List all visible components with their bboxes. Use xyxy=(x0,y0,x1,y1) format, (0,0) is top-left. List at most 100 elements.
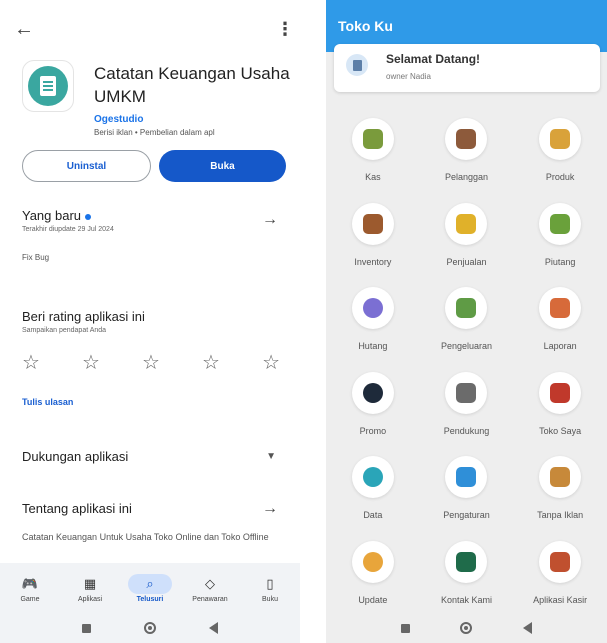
developer-link[interactable]: Ogestudio xyxy=(94,114,143,125)
menu-item-label: Promo xyxy=(359,425,387,436)
customer-icon xyxy=(445,118,488,160)
whats-new-arrow-icon[interactable]: → xyxy=(262,211,278,229)
home-icon[interactable] xyxy=(460,622,473,634)
new-dot-icon xyxy=(85,213,92,220)
menu-item-produk[interactable]: Produk xyxy=(513,118,607,203)
menu-item-label: Pelanggan xyxy=(444,172,489,182)
menu-item-label: Kas xyxy=(365,172,381,182)
last-updated-text: Terakhir diupdate 29 Jul 2024 xyxy=(22,226,114,233)
nav-label: Telusuri xyxy=(136,595,164,603)
welcome-card: Selamat Datang! owner Nadia xyxy=(334,44,600,92)
star-icon[interactable]: ☆ xyxy=(142,350,160,375)
cashier-app-icon xyxy=(539,540,582,583)
menu-item-label: Update xyxy=(358,594,388,605)
product-icon xyxy=(539,118,582,160)
nav-label: Game xyxy=(20,595,40,603)
star-icon[interactable]: ☆ xyxy=(262,350,280,375)
badge-icon xyxy=(539,456,582,498)
menu-item-promo[interactable]: Promo xyxy=(326,371,420,457)
menu-item-label: Piutang xyxy=(544,256,576,267)
menu-item-tanpa-iklan[interactable]: Tanpa Iklan xyxy=(513,456,607,541)
star-icon[interactable]: ☆ xyxy=(22,350,40,375)
rate-subtitle: Sampaikan pendapat Anda xyxy=(22,327,107,334)
back-arrow-icon[interactable]: ← xyxy=(14,18,38,41)
menu-item-pengeluaran[interactable]: Pengeluaran xyxy=(420,287,514,372)
store-icon xyxy=(539,371,582,414)
about-arrow-icon[interactable]: → xyxy=(262,500,278,518)
nav-item-penawaran[interactable]: ◇ Penawaran xyxy=(180,563,240,613)
menu-item-label: Laporan xyxy=(543,341,577,351)
contact-icon xyxy=(445,540,488,583)
menu-item-laporan[interactable]: Laporan xyxy=(513,287,607,372)
home-icon[interactable] xyxy=(143,622,156,634)
app-bar-title: Toko Ku xyxy=(338,18,393,34)
back-icon[interactable] xyxy=(209,622,219,634)
menu-item-label: Kontak Kami xyxy=(440,594,492,605)
uninstall-button[interactable]: Uninstal xyxy=(22,150,151,182)
star-icon[interactable]: ☆ xyxy=(202,350,220,375)
menu-item-label: Tanpa Iklan xyxy=(537,510,584,520)
menu-item-pendukung[interactable]: Pendukung xyxy=(420,371,514,457)
menu-item-kas[interactable]: Kas xyxy=(326,118,420,203)
nav-label: Buku xyxy=(262,595,278,603)
report-chart-icon xyxy=(539,287,582,329)
apps-grid-icon: ▦ xyxy=(83,575,97,591)
more-options-icon[interactable]: ⋮ xyxy=(276,19,294,40)
menu-grid: Kas Pelanggan Produk Inventory Penjualan Piut… xyxy=(326,118,607,625)
cart-icon xyxy=(445,202,488,245)
app-header: Catatan Keuangan Usaha UMKM Ogestudio Be… xyxy=(22,58,290,140)
back-icon[interactable] xyxy=(522,622,532,634)
top-bar: ← ⋮ xyxy=(14,14,294,44)
nav-label: Aplikasi xyxy=(77,595,103,603)
nav-item-telusuri[interactable]: ⌕ Telusuri xyxy=(120,563,180,613)
megaphone-icon xyxy=(351,371,394,414)
menu-item-label: Pengaturan xyxy=(443,510,490,520)
menu-item-data[interactable]: Data xyxy=(326,456,420,541)
whats-new-title: Yang baru xyxy=(22,208,82,223)
write-review-link[interactable]: Tulis ulasan xyxy=(22,397,73,407)
shelf-icon xyxy=(351,202,394,245)
nav-item-game[interactable]: 🎮 Game xyxy=(0,563,60,613)
nav-label: Penawaran xyxy=(192,595,228,603)
menu-item-label: Produk xyxy=(545,172,575,182)
gamepad-icon: 🎮 xyxy=(21,575,39,591)
recents-icon[interactable] xyxy=(401,623,411,633)
menu-item-label: Hutang xyxy=(358,341,388,351)
menu-item-label: Pengeluaran xyxy=(440,341,493,351)
tokoku-panel: Toko Ku Selamat Datang! owner Nadia Kas P… xyxy=(326,0,607,643)
menu-item-label: Aplikasi Kasir xyxy=(533,594,588,605)
app-title: Catatan Keuangan Usaha UMKM xyxy=(94,64,290,106)
open-button[interactable]: Buka xyxy=(159,150,286,182)
nav-item-aplikasi[interactable]: ▦ Aplikasi xyxy=(60,563,120,613)
expense-icon xyxy=(445,287,488,329)
star-icon[interactable]: ☆ xyxy=(82,350,100,375)
money-bag-icon xyxy=(351,118,394,160)
whats-new-section[interactable]: Yang baru xyxy=(22,208,92,223)
book-icon: ▯ xyxy=(266,575,274,591)
welcome-title: Selamat Datang! xyxy=(386,52,481,66)
welcome-avatar-icon xyxy=(346,54,368,76)
about-text: Catatan Keuangan Untuk Usaha Toko Online… xyxy=(22,532,269,542)
menu-item-penjualan[interactable]: Penjualan xyxy=(420,202,514,288)
about-title[interactable]: Tentang aplikasi ini xyxy=(22,501,132,516)
support-title[interactable]: Dukungan aplikasi xyxy=(22,449,128,464)
bottom-navigation: 🎮 Game ▦ Aplikasi ⌕ Telusuri ◇ Penawaran ▯ Buku xyxy=(0,563,300,613)
menu-item-label: Data xyxy=(363,510,383,520)
nav-item-buku[interactable]: ▯ Buku xyxy=(240,563,300,613)
recents-icon[interactable] xyxy=(81,623,91,633)
menu-item-toko-saya[interactable]: Toko Saya xyxy=(513,371,607,457)
receivable-icon xyxy=(539,202,582,245)
menu-item-hutang[interactable]: Hutang xyxy=(326,287,420,372)
printer-icon xyxy=(445,371,488,414)
menu-item-pengaturan[interactable]: Pengaturan xyxy=(420,456,514,541)
settings-gear-icon xyxy=(445,456,488,498)
tag-icon: ◇ xyxy=(205,575,215,591)
menu-item-piutang[interactable]: Piutang xyxy=(513,202,607,288)
menu-item-pelanggan[interactable]: Pelanggan xyxy=(420,118,514,203)
chevron-down-icon[interactable]: ▼ xyxy=(266,451,276,462)
menu-item-inventory[interactable]: Inventory xyxy=(326,202,420,288)
welcome-subtitle: owner Nadia xyxy=(386,72,431,81)
app-logo-icon xyxy=(22,60,74,112)
menu-item-label: Inventory xyxy=(354,256,392,267)
playstore-panel: ← ⋮ Catatan Keuangan Usaha UMKM Ogestudi… xyxy=(0,0,300,643)
